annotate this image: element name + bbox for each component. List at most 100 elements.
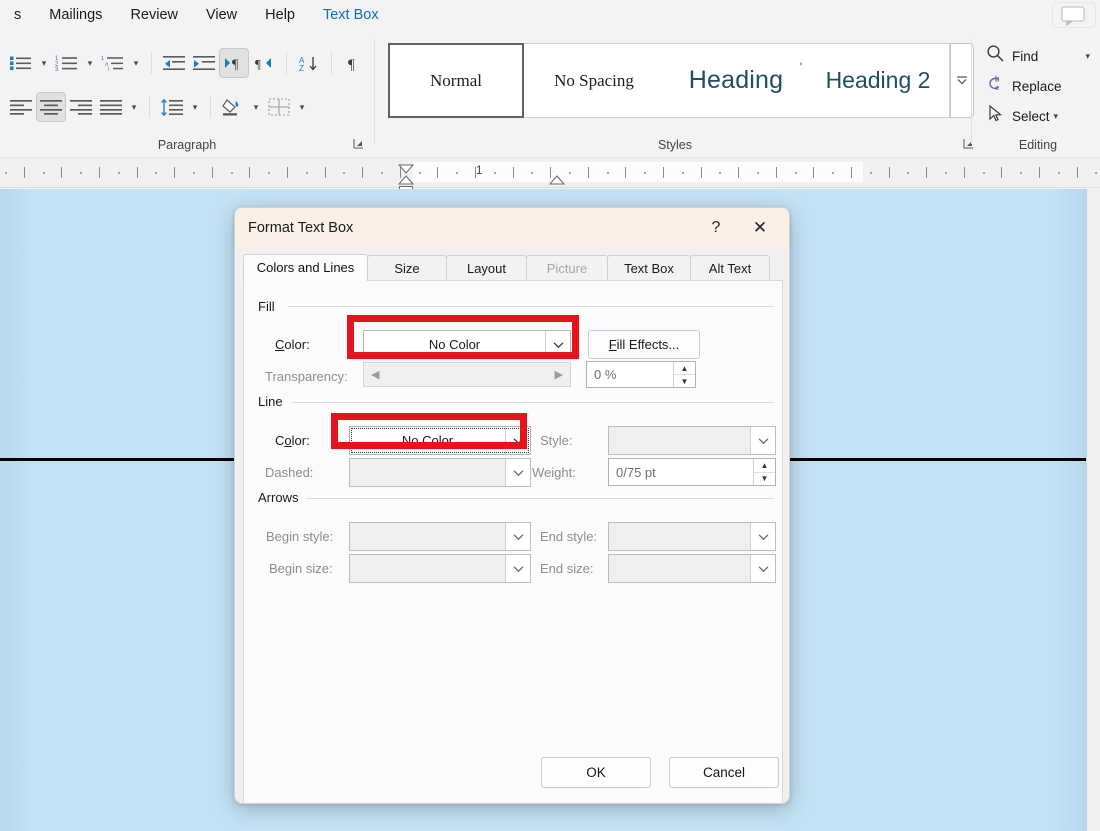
group-label-fill: Fill bbox=[258, 299, 281, 314]
style-item-no-spacing[interactable]: No Spacing bbox=[524, 44, 664, 117]
bullets-chevron-down-icon[interactable]: ▾ bbox=[36, 48, 52, 78]
svg-text:Z: Z bbox=[299, 64, 304, 72]
numbering-chevron-down-icon[interactable]: ▾ bbox=[82, 48, 98, 78]
tab-colors-and-lines[interactable]: Colors and Lines bbox=[243, 254, 368, 281]
justify-icon[interactable] bbox=[96, 92, 126, 122]
menu-tab-mailings[interactable]: Mailings bbox=[35, 0, 116, 31]
cursor-arrow-icon bbox=[986, 104, 1005, 128]
svg-text:b: b bbox=[995, 75, 1000, 84]
transparency-spinner[interactable]: 0 % ▲ ▼ bbox=[586, 361, 696, 388]
dialog-title-bar[interactable]: Format Text Box ? ✕ bbox=[235, 208, 789, 248]
ruler-tick bbox=[1020, 172, 1023, 174]
line-dashed-combobox bbox=[349, 458, 531, 487]
tab-layout[interactable]: Layout bbox=[446, 255, 527, 281]
fill-color-label: Color: bbox=[275, 337, 310, 352]
ruler-tick bbox=[42, 172, 45, 174]
cancel-button[interactable]: Cancel bbox=[669, 757, 779, 788]
end-size-chevron-down-icon bbox=[750, 555, 775, 582]
transparency-value[interactable]: 0 % bbox=[587, 367, 673, 382]
menu-tab-text-box[interactable]: Text Box bbox=[309, 0, 393, 31]
align-right-icon[interactable] bbox=[66, 92, 96, 122]
ribbon-group-editing: Find ▾ b c Replace Select ▾ Editing bbox=[976, 31, 1100, 158]
ltr-text-direction-icon[interactable]: ¶ bbox=[219, 48, 249, 78]
ruler-tick bbox=[813, 167, 815, 178]
transparency-slider[interactable]: ◀ ▶ bbox=[363, 362, 571, 387]
rtl-text-direction-icon[interactable]: ¶ bbox=[249, 48, 279, 78]
fill-color-chevron-down-icon[interactable] bbox=[545, 331, 570, 358]
find-chevron-down-icon[interactable]: ▾ bbox=[1085, 51, 1090, 62]
line-color-combobox[interactable]: No Color bbox=[349, 426, 531, 455]
style-item-heading-2[interactable]: Heading 2 bbox=[808, 44, 948, 117]
tab-picture: Picture bbox=[526, 255, 608, 281]
replace-button[interactable]: b c Replace bbox=[976, 71, 1100, 101]
menu-tab-s[interactable]: s bbox=[0, 0, 35, 31]
find-button[interactable]: Find ▾ bbox=[976, 41, 1100, 71]
tab-size[interactable]: Size bbox=[367, 255, 447, 281]
begin-style-combobox bbox=[349, 522, 531, 551]
borders-chevron-down-icon[interactable]: ▾ bbox=[294, 92, 310, 122]
increase-indent-icon[interactable] bbox=[189, 48, 219, 78]
end-size-label: End size: bbox=[540, 561, 594, 576]
line-style-label: Style: bbox=[540, 433, 573, 448]
ribbon-group-divider bbox=[374, 39, 375, 144]
tab-alt-text[interactable]: Alt Text bbox=[690, 255, 770, 281]
ruler-tick bbox=[869, 172, 872, 174]
bullets-icon[interactable] bbox=[6, 48, 36, 78]
ribbon-group-divider bbox=[971, 39, 972, 144]
line-spacing-chevron-down-icon[interactable]: ▾ bbox=[187, 92, 203, 122]
ruler-tick bbox=[287, 167, 288, 178]
show-formatting-marks-icon[interactable]: ¶ bbox=[339, 48, 369, 78]
ok-button[interactable]: OK bbox=[541, 757, 651, 788]
slider-left-arrow-icon[interactable]: ◀ bbox=[364, 368, 386, 381]
shading-chevron-down-icon[interactable]: ▾ bbox=[248, 92, 264, 122]
multilevel-list-icon[interactable]: 1 a i bbox=[98, 48, 128, 78]
line-style-chevron-down-icon bbox=[750, 427, 775, 454]
comment-icon[interactable] bbox=[1052, 2, 1096, 28]
menu-tab-view[interactable]: View bbox=[192, 0, 251, 31]
spin-up-icon[interactable]: ▲ bbox=[674, 362, 695, 375]
toolbar-divider bbox=[149, 96, 150, 118]
style-item-heading[interactable]: Heading ' bbox=[664, 44, 808, 117]
shading-icon[interactable] bbox=[218, 92, 248, 122]
begin-size-combobox bbox=[349, 554, 531, 583]
right-indent-marker[interactable] bbox=[548, 172, 566, 190]
tab-text-box[interactable]: Text Box bbox=[607, 255, 691, 281]
transparency-spin-buttons[interactable]: ▲ ▼ bbox=[673, 362, 695, 387]
end-style-combobox bbox=[608, 522, 776, 551]
menu-tab-help[interactable]: Help bbox=[251, 0, 309, 31]
align-left-icon[interactable] bbox=[6, 92, 36, 122]
ribbon-group-label-editing: Editing bbox=[1018, 138, 1058, 152]
multilevel-list-chevron-down-icon[interactable]: ▾ bbox=[128, 48, 144, 78]
toolbar-divider bbox=[331, 52, 332, 74]
justify-chevron-down-icon[interactable]: ▾ bbox=[126, 92, 142, 122]
numbering-icon[interactable]: 1 2 3 bbox=[52, 48, 82, 78]
spin-down-icon[interactable]: ▼ bbox=[674, 375, 695, 387]
borders-icon[interactable] bbox=[264, 92, 294, 122]
line-weight-spin-buttons: ▲ ▼ bbox=[753, 459, 775, 485]
ruler-tick bbox=[569, 172, 571, 174]
menu-tab-review[interactable]: Review bbox=[116, 0, 192, 31]
find-label: Find bbox=[1012, 48, 1039, 64]
ruler-tick bbox=[61, 167, 63, 178]
style-item-normal[interactable]: Normal bbox=[388, 43, 524, 118]
decrease-indent-icon[interactable] bbox=[159, 48, 189, 78]
ruler-tick bbox=[80, 172, 83, 174]
select-chevron-down-icon[interactable]: ▾ bbox=[1054, 111, 1059, 122]
fill-color-combobox[interactable]: No Color bbox=[363, 330, 571, 359]
search-icon bbox=[986, 44, 1005, 68]
close-icon[interactable]: ✕ bbox=[745, 214, 775, 242]
styles-dialog-launcher-icon[interactable] bbox=[963, 138, 974, 152]
line-spacing-icon[interactable] bbox=[157, 92, 187, 122]
sort-icon[interactable]: A Z bbox=[294, 48, 324, 78]
help-button[interactable]: ? bbox=[701, 214, 731, 242]
slider-right-arrow-icon[interactable]: ▶ bbox=[548, 368, 570, 381]
line-color-chevron-down-icon[interactable] bbox=[505, 427, 530, 454]
ruler-tick bbox=[362, 167, 364, 178]
fill-effects-button[interactable]: Fill Effects... bbox=[588, 330, 700, 359]
paragraph-dialog-launcher-icon[interactable] bbox=[353, 138, 364, 152]
align-center-icon[interactable] bbox=[36, 92, 66, 122]
styles-gallery: Normal No Spacing Heading ' Heading 2 bbox=[388, 43, 950, 118]
ruler-tick bbox=[1057, 172, 1060, 174]
horizontal-ruler[interactable]: 1 bbox=[0, 158, 1100, 193]
select-button[interactable]: Select ▾ bbox=[976, 101, 1100, 131]
